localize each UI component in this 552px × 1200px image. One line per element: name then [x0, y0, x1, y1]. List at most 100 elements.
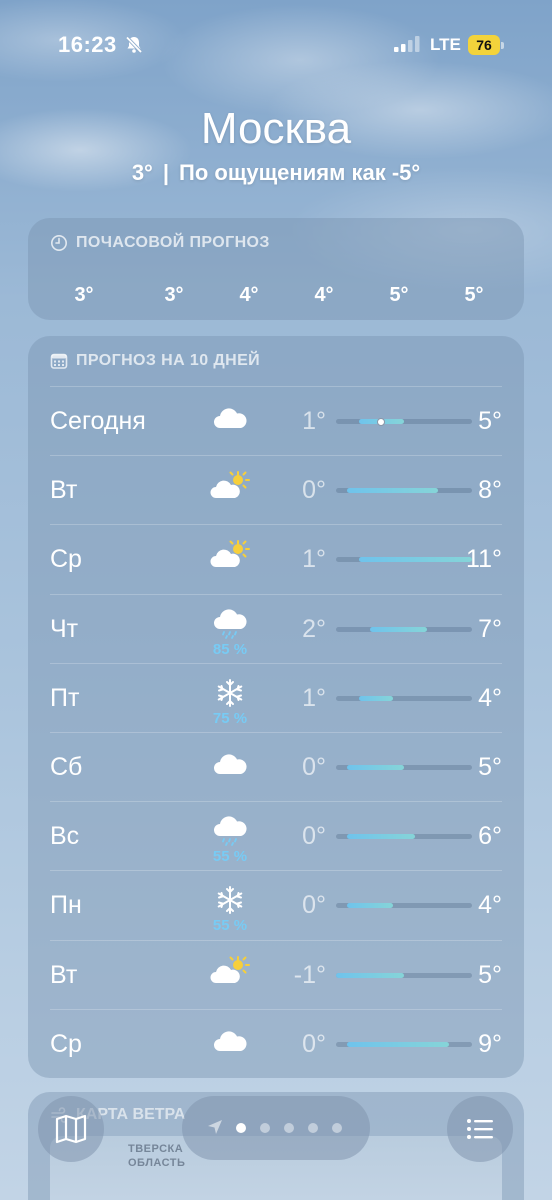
day-name: Ср: [50, 1029, 82, 1058]
high-temp: 7°: [478, 614, 502, 643]
temp-range-fill: [358, 557, 472, 563]
temp-range-fill: [358, 695, 393, 701]
daily-header: ПРОГНОЗ НА 10 ДНЕЙ: [50, 352, 260, 370]
high-temp: 5°: [478, 753, 502, 781]
page-dot[interactable]: [260, 1123, 270, 1133]
page-dot-active[interactable]: [236, 1123, 246, 1133]
temp-range-bar: [336, 903, 472, 909]
temp-range-fill: [370, 626, 427, 632]
high-temp: 9°: [478, 1029, 502, 1058]
low-temp: 0°: [302, 1029, 326, 1058]
low-temp: 1°: [302, 683, 326, 712]
status-time: 16:23: [58, 32, 117, 57]
day-name: Чт: [50, 614, 79, 643]
cloud-icon: [210, 747, 250, 777]
calendar-icon: [50, 353, 68, 369]
hourly-forecast-card[interactable]: ПОЧАСОВОЙ ПРОГНОЗ 3° 3° 4° 4° 5° 5°: [28, 218, 524, 320]
cloud-icon: [210, 1024, 250, 1054]
daily-forecast-row[interactable]: Вс 55 % 0° 6°: [50, 801, 502, 870]
snowflake-icon: [210, 885, 250, 915]
day-name: Ср: [50, 545, 82, 574]
list-icon: [467, 1119, 493, 1139]
daily-forecast-row[interactable]: Сегодня 1° 5°: [50, 386, 502, 455]
daily-forecast-row[interactable]: Пн 55 % 0° 4°: [50, 870, 502, 939]
current-temp: 3°: [131, 160, 153, 185]
network-type: LTE: [430, 35, 461, 54]
low-temp: 2°: [302, 614, 326, 643]
partly-sunny-icon: [210, 955, 250, 985]
high-temp: 5°: [478, 960, 502, 989]
map-region-label-line: ОБЛАСТЬ: [128, 1157, 186, 1169]
daily-forecast-row[interactable]: Ср 1° 11°: [50, 524, 502, 593]
daily-forecast-row[interactable]: Сб 0° 5°: [50, 732, 502, 801]
temp-range-bar: [336, 765, 472, 770]
daily-forecast-row[interactable]: Вт 0° 8°: [50, 455, 502, 524]
page-dot[interactable]: [284, 1123, 294, 1133]
current-conditions: 3° | По ощущениям как -5°: [0, 160, 552, 186]
hourly-temp: 3°: [164, 284, 184, 306]
temp-range-bar: [336, 488, 472, 494]
partly-sunny-icon: [210, 539, 250, 569]
conditions-separator: |: [162, 160, 170, 185]
day-name: Пн: [50, 891, 82, 920]
temp-range-fill: [347, 1041, 450, 1047]
hourly-temp: 4°: [314, 284, 334, 306]
page-dot[interactable]: [332, 1123, 342, 1133]
rain-cloud-icon: [210, 608, 250, 639]
temp-range-bar: [336, 1041, 472, 1047]
city-name: Москва: [200, 104, 352, 153]
high-temp: 4°: [478, 683, 502, 712]
temp-range-fill: [347, 903, 393, 909]
hourly-header: ПОЧАСОВОЙ ПРОГНОЗ: [50, 234, 270, 252]
low-temp: 0°: [302, 753, 326, 781]
temp-range-bar: [336, 834, 472, 840]
day-name: Вт: [50, 960, 78, 989]
temp-range-fill: [336, 972, 404, 978]
partly-sunny-icon: [210, 470, 250, 500]
low-temp: 1°: [302, 545, 326, 574]
daily-forecast-row[interactable]: Чт 85 % 2° 7°: [50, 593, 502, 663]
hourly-temp: 4°: [239, 284, 259, 306]
daily-forecast-row[interactable]: Вт -1° 5°: [50, 939, 502, 1009]
day-name: Сегодня: [50, 407, 146, 435]
low-temp: -1°: [293, 960, 326, 989]
temp-range-bar: [336, 972, 472, 978]
map-button[interactable]: [38, 1096, 104, 1162]
low-temp: 0°: [302, 822, 326, 851]
status-bar: 16:23 LTE 76: [0, 30, 552, 62]
precip-chance: 75 %: [212, 709, 248, 727]
page-dot[interactable]: [308, 1123, 318, 1133]
day-name: Вс: [50, 822, 80, 851]
clock-icon: [51, 235, 67, 251]
hourly-temp: 5°: [389, 284, 409, 306]
cellular-signal-icon: [394, 36, 420, 52]
low-temp: 0°: [302, 476, 326, 505]
temp-range-bar: [336, 626, 472, 632]
battery-indicator: 76: [468, 35, 504, 55]
hourly-temp: 5°: [464, 284, 484, 306]
city-list-button[interactable]: [447, 1096, 513, 1162]
snowflake-icon: [210, 678, 250, 708]
precip-chance: 85 %: [212, 640, 248, 658]
bell-muted-icon: [125, 36, 143, 54]
hourly-title: ПОЧАСОВОЙ ПРОГНОЗ: [76, 234, 270, 251]
day-name: Пт: [50, 683, 80, 712]
hourly-temp: 3°: [74, 284, 94, 306]
map-region-label: ТВЕРСКА ОБЛАСТЬ: [128, 1142, 185, 1170]
low-temp: 0°: [302, 891, 326, 920]
high-temp: 6°: [478, 822, 502, 851]
day-name: Вт: [50, 476, 78, 505]
feels-like: По ощущениям как -5°: [179, 160, 421, 185]
page-indicator[interactable]: [182, 1096, 370, 1160]
ten-day-forecast-card[interactable]: ПРОГНОЗ НА 10 ДНЕЙ Сегодня 1° 5° Вт 0° 8° Ср 1°…: [28, 336, 524, 1078]
daily-forecast-row[interactable]: Пт 75 % 1° 4°: [50, 662, 502, 732]
daily-forecast-row[interactable]: Ср 0° 9°: [50, 1008, 502, 1078]
battery-level: 76: [468, 35, 500, 55]
map-icon: [55, 1114, 87, 1144]
temp-range-bar: [336, 417, 472, 426]
high-temp: 8°: [478, 476, 502, 505]
map-region-label-line: ТВЕРСКА: [128, 1143, 184, 1155]
rain-cloud-icon: [210, 816, 250, 847]
precip-chance: 55 %: [212, 917, 248, 935]
precip-chance: 55 %: [212, 848, 248, 866]
